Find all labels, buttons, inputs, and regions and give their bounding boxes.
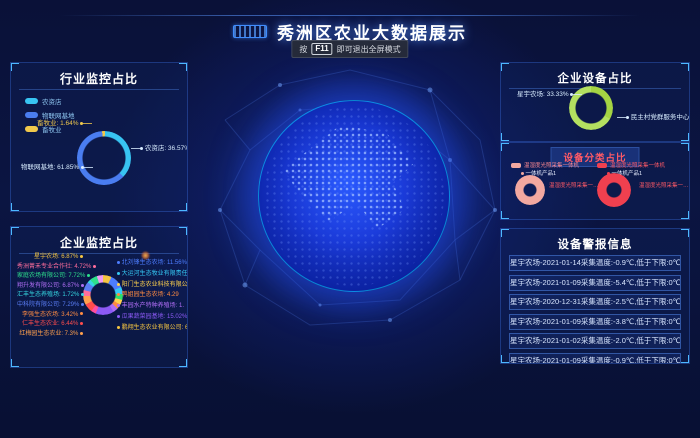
legend-swatch xyxy=(25,98,38,104)
chart-label: 翔升发有限公司: 6.87% xyxy=(17,283,83,289)
chart-label: 瓜果蔬菜园基地: 15.02% xyxy=(117,314,188,320)
panel-title: 设备警报信息 xyxy=(501,229,689,257)
chart-label: 李强生态农场: 3.42% xyxy=(17,312,83,318)
chart-label: 仁丰生态农业: 6.44% xyxy=(17,321,83,327)
alarm-row: 星宇农场-2021-01-09采集温度:-5.4℃,低于下限:0℃ xyxy=(509,275,681,291)
chart-label: 汇丰生态养殖场: 1.72% xyxy=(17,292,83,298)
alarm-row: 星宇农场-2021-01-09采集温度:-3.8℃,低于下限:0℃ xyxy=(509,314,681,330)
legend-swatch xyxy=(25,112,38,118)
alarm-row: 星宇农场-2021-01-09采集温度:-0.9℃,低于下限:0℃ xyxy=(509,353,681,365)
hint-suffix: 即可退出全屏模式 xyxy=(337,44,401,55)
chart-label: 鸭姐园生态农场: 4.29 xyxy=(117,292,188,298)
alarm-list[interactable]: 星宇农场-2021-01-14采集温度:-0.9℃,低于下限:0℃ 星宇农场-2… xyxy=(501,255,689,364)
chart-label: 大运河生态牧业有限责任公 xyxy=(117,271,188,277)
panel-industry-ratio: 行业监控占比 农资店 物联网基地 畜牧业 畜牧业: 1.64% 农资店: 36.… xyxy=(10,62,188,212)
legend-label: 物联网基地 xyxy=(42,110,75,120)
legend-swatch xyxy=(597,163,607,168)
industry-legend: 农资店 物联网基地 畜牧业 xyxy=(25,96,75,134)
chart-label: 星宇农场: 6.87% xyxy=(17,254,83,260)
chart-label: 北刘锋生态农场: 11.56% xyxy=(117,260,188,266)
chart-label-iot: 物联网基地: 61.85% xyxy=(21,165,93,172)
panel-equipment-ratio: 企业设备占比 星宇农场: 33.33% 民主村党群服务中心: xyxy=(500,62,690,142)
alarm-row: 星宇农场-2021-01-02采集温度:-2.0℃,低于下限:0℃ xyxy=(509,333,681,349)
chart-annotation: 温湿度光照采集一… xyxy=(549,181,599,189)
panel-enterprise-monitor-ratio: 企业监控占比 星宇农场: 6.87% 秀洲菁禾专业合作社: 4.72% 家庭农场… xyxy=(10,226,188,368)
legend-item[interactable]: 温湿度光照采集一体机 xyxy=(511,161,579,169)
legend-label: 农资店 xyxy=(42,96,62,106)
chart-label: 鹏翔生态农业有限公司: 6.87 xyxy=(117,325,188,331)
alarm-row: 星宇农场-2021-01-14采集温度:-0.9℃,低于下限:0℃ xyxy=(509,255,681,271)
panel-title: 企业监控占比 xyxy=(11,227,187,256)
chart-label: 中科院有限公司: 7.29% xyxy=(17,302,83,308)
industry-donut-chart[interactable] xyxy=(77,131,131,185)
category-donut-chart-1[interactable] xyxy=(515,175,545,205)
header-divider xyxy=(60,15,640,16)
legend-label: 温湿度光照采集一体机 xyxy=(524,161,579,169)
chart-label: 阳门生态农业科技有限公 xyxy=(117,282,188,288)
chart-label-right: 民主村党群服务中心: xyxy=(617,115,690,122)
chart-annotation: 温湿度光照采集一… xyxy=(639,181,689,189)
title-underline xyxy=(19,89,179,90)
chart-label: 丰园水产特种养殖场: 1. xyxy=(117,303,188,309)
fullscreen-hint: 按 F11 即可退出全屏模式 xyxy=(291,40,408,58)
legend-label: 温湿度光照采集一体机 xyxy=(610,161,665,169)
legend-item[interactable]: 农资店 xyxy=(25,96,75,106)
header-logo xyxy=(233,25,267,38)
legend-item[interactable]: 物联网基地 xyxy=(25,110,75,120)
hint-prefix: 按 xyxy=(299,44,307,55)
chart-label-store: 农资店: 36.57% xyxy=(131,146,188,153)
category-donut-chart-2[interactable] xyxy=(597,173,631,207)
chart-label: 家庭农场有限公司: 7.72% xyxy=(17,273,83,279)
panel-title: 行业监控占比 xyxy=(11,63,187,92)
chart-label: 秀洲菁禾专业合作社: 4.72% xyxy=(17,264,83,270)
enterprise-left-labels: 星宇农场: 6.87% 秀洲菁禾专业合作社: 4.72% 家庭农场有限公司: 7… xyxy=(17,254,83,340)
f11-keycap: F11 xyxy=(311,43,332,55)
chart-label-livestock: 畜牧业: 1.64% xyxy=(37,121,92,128)
panel-device-alarms: 设备警报信息 星宇农场-2021-01-14采集温度:-0.9℃,低于下限:0℃… xyxy=(500,228,690,364)
legend-swatch xyxy=(511,163,521,168)
chart-label-left: 星宇农场: 33.33% xyxy=(517,92,582,99)
dashboard: 秀洲区农业大数据展示 按 F11 即可退出全屏模式 行业监控占比 农资店 物联网… xyxy=(0,0,700,438)
chart-label: 红梅园生态农业: 7.3% xyxy=(17,331,83,337)
legend-item[interactable]: 温湿度光照采集一体机 xyxy=(597,161,665,169)
globe[interactable] xyxy=(258,100,450,292)
panel-device-category-ratio: 设备分类占比 温湿度光照采集一体机 一体机产品1 温湿度光照采集一… 温湿度光照… xyxy=(500,142,690,220)
enterprise-right-labels: 北刘锋生态农场: 11.56% 大运河生态牧业有限责任公 阳门生态农业科技有限公… xyxy=(117,260,188,336)
alarm-row: 星宇农场-2020-12-31采集温度:-2.5℃,低于下限:0℃ xyxy=(509,294,681,310)
glow-dot xyxy=(141,251,150,260)
